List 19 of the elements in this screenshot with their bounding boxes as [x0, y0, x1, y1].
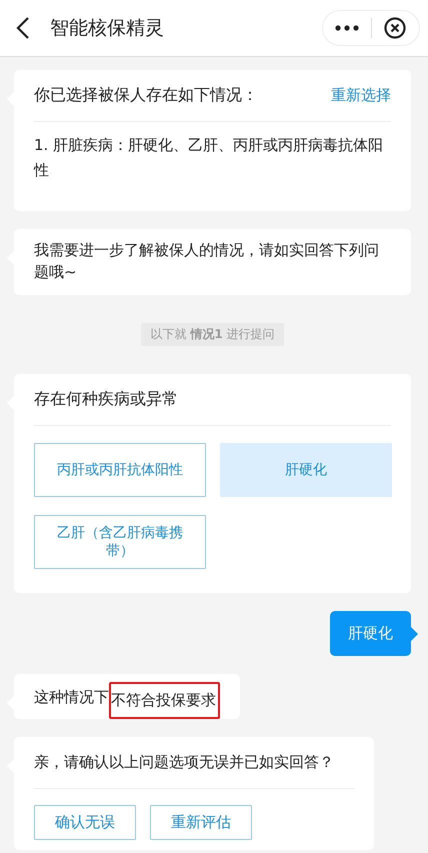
reply-bubble: 肝硬化 [330, 611, 411, 656]
message-text: 我需要进一步了解被保人的情况，请如实回答下列问题哦~ [34, 240, 380, 283]
action-button[interactable]: 确认无误 [34, 805, 136, 840]
card-title: 你已选择被保人存在如下情况： [34, 85, 258, 106]
system-note: 以下就 情况1 进行提问 [141, 323, 284, 346]
question-title: 存在何种疾病或异常 [34, 389, 178, 410]
page-title: 智能核保精灵 [50, 16, 165, 41]
action-button[interactable]: 重新评估 [150, 805, 252, 840]
close-icon[interactable] [384, 17, 406, 39]
more-icon[interactable] [334, 25, 359, 31]
reselect-link[interactable]: 重新选择 [331, 86, 391, 105]
condition-text: 1. 肝脏疾病：肝硬化、乙肝、丙肝或丙肝病毒抗体阳性 [34, 135, 384, 181]
confirm-question: 亲，请确认以上问题选项无误并已如实回答？ [34, 753, 334, 772]
option-button[interactable]: 乙肝（含乙肝病毒携带） [34, 515, 206, 569]
message-text: 这种情况下 [34, 686, 109, 708]
option-button[interactable]: 丙肝或丙肝抗体阳性 [34, 443, 206, 497]
highlighted-text: 不符合投保要求 [109, 682, 220, 719]
option-button[interactable]: 肝硬化 [220, 443, 392, 497]
bubble-tail-icon [411, 627, 418, 641]
